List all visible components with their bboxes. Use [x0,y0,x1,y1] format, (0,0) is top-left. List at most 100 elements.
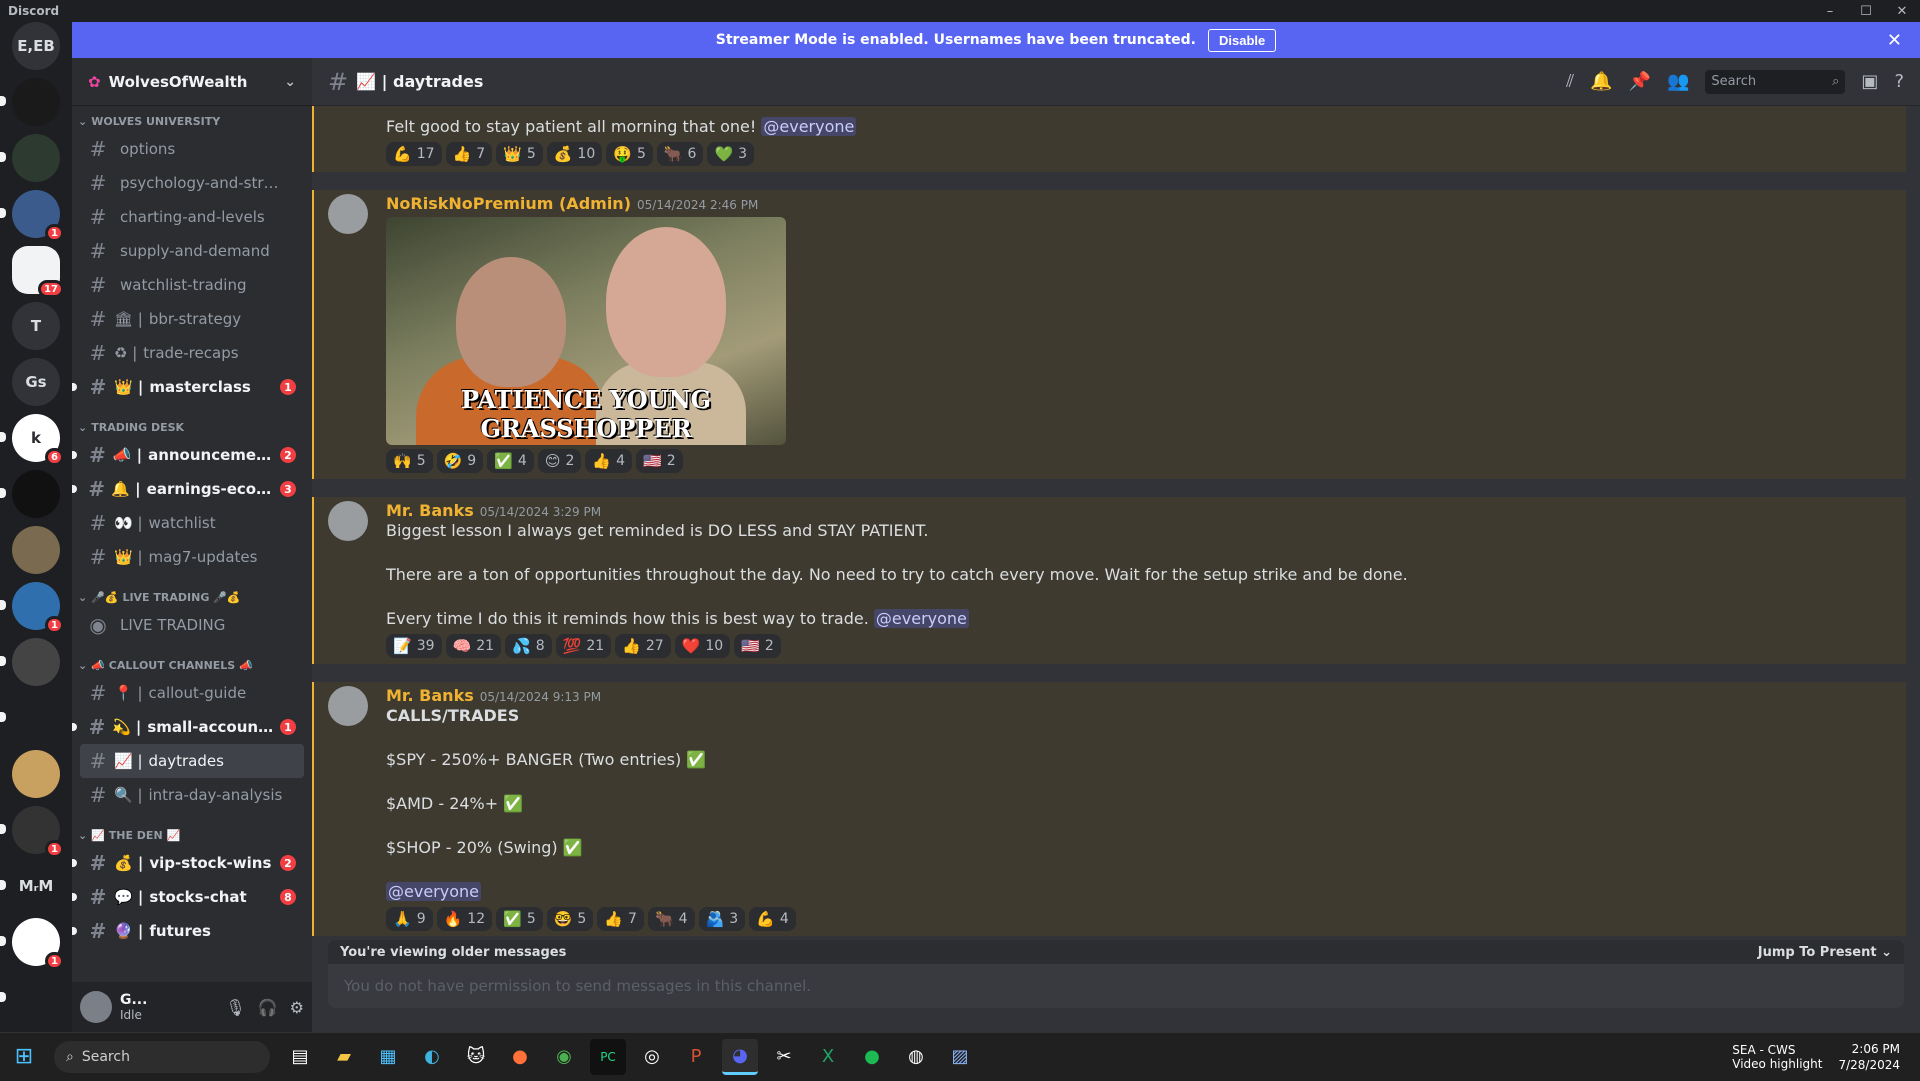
reaction-button[interactable]: 🧠 21 [445,634,502,658]
channel-item[interactable]: # watchlist-trading [80,268,304,302]
server-icon-5[interactable]: T [12,302,60,350]
server-icon-6[interactable]: Gs [12,358,60,406]
reaction-button[interactable]: 💦 8 [505,634,552,658]
server-icon-7[interactable]: k6 [0,414,64,466]
mention[interactable]: @everyone [761,117,857,136]
channel-item[interactable]: # 🔮 | futures [72,914,304,948]
channel-item[interactable]: # 💰 | vip-stock-wins 2 [72,846,304,880]
server-icon-3[interactable]: 1 [0,190,64,242]
reaction-button[interactable]: 👑 5 [496,142,543,166]
reaction-button[interactable]: 💰 10 [546,142,603,166]
channel-item[interactable]: # ♻ | trade-recaps [80,336,304,370]
reaction-button[interactable]: 💯 21 [555,634,612,658]
excel-icon[interactable]: X [810,1039,846,1075]
reaction-button[interactable]: 💚 3 [707,142,755,166]
reaction-button[interactable]: 👍 7 [597,907,644,931]
spotify-icon[interactable]: ● [854,1039,890,1075]
avatar[interactable] [80,991,112,1023]
file-explorer-icon[interactable]: ▰ [326,1039,362,1075]
edge-icon[interactable]: ◐ [414,1039,450,1075]
reaction-button[interactable]: 🐂 4 [647,907,695,931]
search-input[interactable]: Search ⌕ [1705,69,1846,94]
channel-item[interactable]: # psychology-and-strategi... [80,166,304,200]
category-header[interactable]: ⌄ TRADING DESK [72,416,312,438]
reaction-button[interactable]: 💪 17 [386,142,442,166]
bell-icon[interactable]: 🔔 [1590,71,1612,92]
reaction-button[interactable]: 🙏 9 [386,907,433,931]
windows-start-icon[interactable]: ⊞ [0,1033,48,1081]
gif-image[interactable]: PATIENCE YOUNG GRASSHOPPER [386,217,786,445]
server-icon-8[interactable] [0,470,60,518]
channel-item[interactable]: # 🔔 | earnings-econo... 3 [72,472,304,506]
channel-item[interactable]: # 💫 | small-account-... 1 [72,710,304,744]
avatar[interactable] [328,686,368,726]
reaction-button[interactable]: ✅ 4 [487,449,534,473]
message-author[interactable]: Mr. Banks [386,501,474,520]
reaction-button[interactable]: 👍 4 [585,449,632,473]
channel-item[interactable]: # 👑 | masterclass 1 [72,370,304,404]
reaction-button[interactable]: 🐂 6 [656,142,704,166]
server-icon-15[interactable]: MᵣM [0,862,60,910]
reaction-button[interactable]: 🔥 12 [436,907,493,931]
category-header[interactable]: ⌄ WOLVES UNIVERSITY [72,110,312,132]
gear-icon[interactable]: ⚙ [290,998,304,1017]
channel-item[interactable]: # options [80,132,304,166]
channel-item[interactable]: # 📈 | daytrades [80,744,304,778]
reaction-button[interactable]: 👍 7 [445,142,493,166]
reaction-button[interactable]: 🤓 5 [546,907,594,931]
disable-streamer-mode-button[interactable]: Disable [1208,28,1277,52]
category-header[interactable]: ⌄ 🎤💰 LIVE TRADING 🎤💰 [72,586,312,608]
message-author[interactable]: Mr. Banks [386,686,474,705]
server-icon-10[interactable]: 1 [0,582,64,634]
channel-item[interactable]: ◉ LIVE TRADING [80,608,304,642]
taskbar-search[interactable]: ⌕ Search [54,1040,270,1073]
minimize-button[interactable]: – [1812,0,1848,22]
channel-item[interactable]: # 📍 | callout-guide [80,676,304,710]
avatar[interactable] [328,194,368,234]
snipping-icon[interactable]: ✂ [766,1039,802,1075]
discord-icon[interactable]: ◕ [722,1038,758,1075]
store-icon[interactable]: ▦ [370,1039,406,1075]
news-widget[interactable]: SEA - CWS Video highlight [1732,1043,1822,1071]
jump-to-present-button[interactable]: Jump To Present ⌄ [1758,945,1892,960]
reaction-button[interactable]: 🤣 9 [436,449,484,473]
channel-item[interactable]: # 👑 | mag7-updates [80,540,304,574]
steam-icon[interactable]: ◍ [898,1039,934,1075]
server-icon-14[interactable]: 1 [0,806,64,858]
server-icon-4[interactable]: 17 [12,246,64,298]
threads-icon[interactable]: ⫽ [1566,71,1574,92]
server-icon-16[interactable]: 1 [0,918,64,970]
reaction-button[interactable]: ✅ 5 [496,907,543,931]
avatar[interactable] [328,501,368,541]
headphones-icon[interactable]: 🎧 [258,998,278,1017]
powerpoint-icon[interactable]: P [678,1039,714,1075]
reaction-button[interactable]: 🫂 3 [698,907,746,931]
obs-icon[interactable]: ◎ [634,1039,670,1075]
server-icon-13[interactable] [12,750,60,798]
help-icon[interactable]: ? [1894,71,1904,92]
reaction-button[interactable]: 💪 4 [749,907,796,931]
server-icon-2[interactable] [0,134,60,182]
maximize-button[interactable]: ☐ [1848,0,1884,22]
server-icon-9[interactable] [12,526,60,574]
cat-app-icon[interactable]: 🐱 [458,1039,494,1075]
category-header[interactable]: ⌄ 📈 THE DEN 📈 [72,824,312,846]
reaction-button[interactable]: 🇺🇸 2 [734,634,781,658]
inbox-icon[interactable]: ▣ [1861,71,1878,92]
reaction-button[interactable]: 🙌 5 [386,449,433,473]
clock[interactable]: 2:06 PM 7/28/2024 [1838,1041,1900,1073]
mention[interactable]: @everyone [386,882,481,901]
server-icon-0[interactable]: E,EB [12,22,60,70]
server-icon-11[interactable] [0,638,60,686]
photos-icon[interactable]: ▨ [942,1039,978,1075]
close-icon[interactable]: ✕ [1887,30,1902,51]
firefox-icon[interactable]: ● [502,1039,538,1075]
task-view-icon[interactable]: ▤ [282,1039,318,1075]
reaction-button[interactable]: 🤑 5 [606,142,653,166]
channel-item[interactable]: # charting-and-levels [80,200,304,234]
reaction-button[interactable]: 😊 2 [537,449,582,473]
server-icon-12[interactable] [0,694,60,742]
channel-item[interactable]: # 👀 | watchlist [80,506,304,540]
chevron-down-icon[interactable]: ⌄ [284,74,296,90]
channel-item[interactable]: # 💬 | stocks-chat 8 [72,880,304,914]
